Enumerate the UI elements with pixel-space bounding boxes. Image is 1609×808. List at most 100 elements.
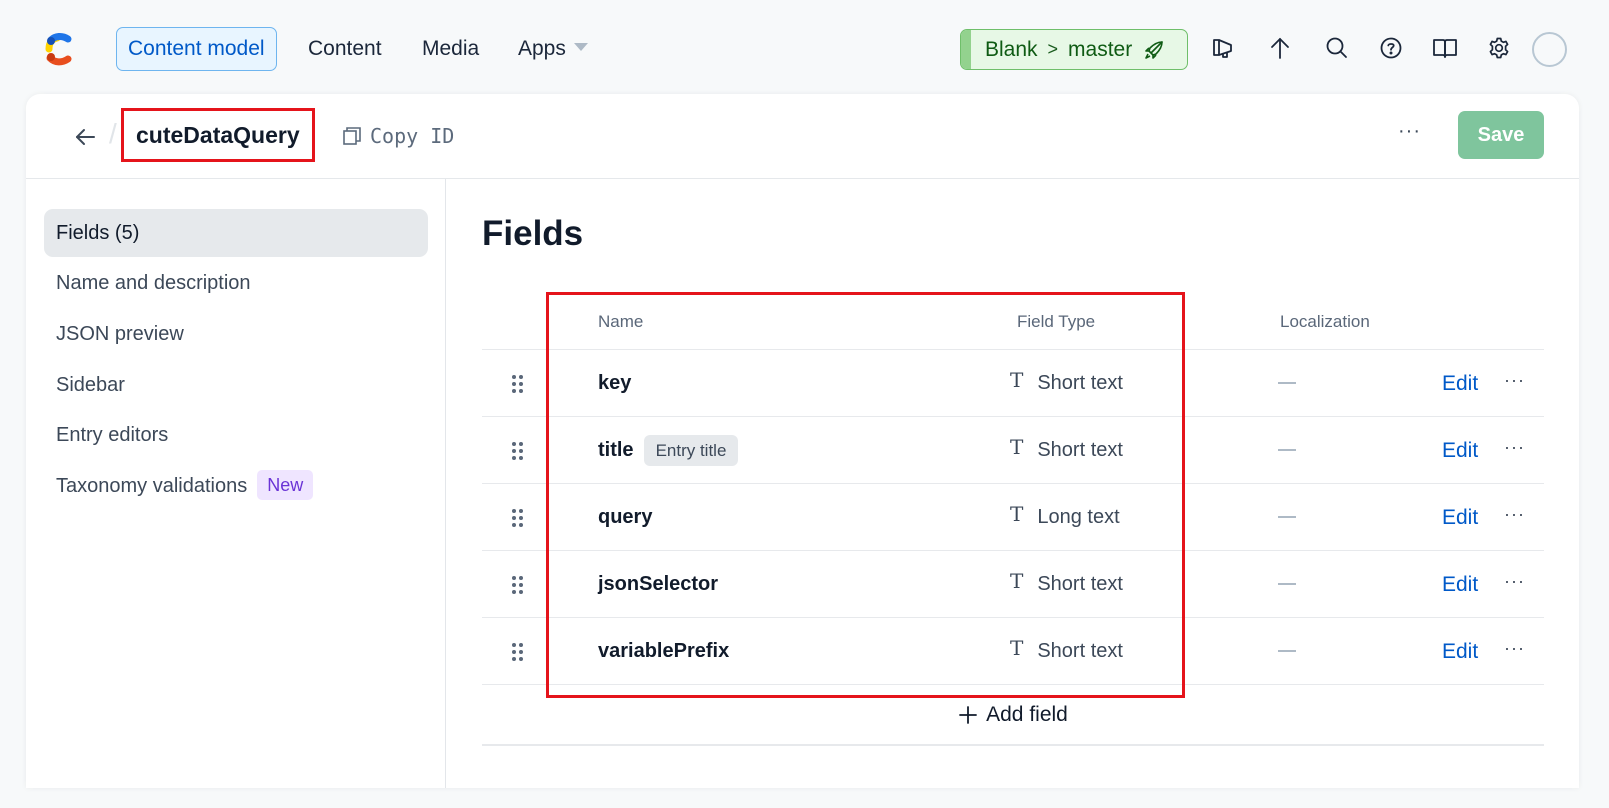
text-type-icon: T — [1010, 635, 1024, 660]
sidebar-item-json-preview[interactable]: JSON preview — [44, 310, 428, 358]
field-name-cell: key — [598, 350, 631, 417]
text-type-icon: T — [1010, 367, 1024, 392]
field-more-actions-button[interactable]: ··· — [1504, 370, 1525, 391]
fields-table: Name Field Type Localization key T Short… — [482, 294, 1544, 746]
sidebar-item-label: Taxonomy validations — [56, 475, 248, 497]
content-type-name: cuteDataQuery — [121, 108, 315, 162]
nav-apps-label: Apps — [518, 37, 566, 60]
field-more-actions-button[interactable]: ··· — [1504, 504, 1525, 525]
book-icon[interactable] — [1429, 32, 1461, 64]
contentful-logo[interactable] — [40, 30, 76, 68]
plus-icon — [959, 705, 978, 724]
drag-handle-icon[interactable] — [510, 575, 526, 595]
field-type-cell: T Short text — [1010, 350, 1123, 417]
text-type-icon: T — [1010, 434, 1024, 459]
back-button[interactable] — [72, 123, 100, 151]
search-icon[interactable] — [1321, 32, 1353, 64]
content-type-sidebar: Fields (5) Name and description JSON pre… — [26, 179, 446, 788]
field-type-cell: T Short text — [1010, 618, 1123, 685]
sidebar-item-taxonomy-validations[interactable]: Taxonomy validations New — [44, 462, 428, 510]
field-type: Short text — [1037, 439, 1123, 461]
localization-disabled-indicator — [1278, 583, 1296, 585]
environment-stripe — [961, 30, 971, 69]
content-type-editor: / cuteDataQuery Copy ID ··· Save Fields … — [26, 94, 1579, 788]
copy-id-label: Copy ID — [370, 124, 455, 148]
nav-content[interactable]: Content — [296, 27, 394, 71]
edit-field-link[interactable]: Edit — [1442, 618, 1478, 685]
sidebar-item-sidebar[interactable]: Sidebar — [44, 361, 428, 409]
new-badge: New — [257, 469, 314, 500]
arrow-up-icon[interactable] — [1264, 32, 1296, 64]
field-name: key — [598, 372, 632, 394]
nav-media[interactable]: Media — [410, 27, 491, 71]
edit-field-link[interactable]: Edit — [1442, 484, 1478, 551]
sidebar-item-entry-editors[interactable]: Entry editors — [44, 411, 428, 459]
column-header-field-type: Field Type — [1017, 312, 1096, 331]
field-type: Short text — [1037, 573, 1123, 595]
gear-icon[interactable] — [1483, 32, 1515, 64]
environment-name: master — [1068, 37, 1133, 61]
field-name: jsonSelector — [598, 573, 719, 595]
rocket-icon — [1145, 40, 1164, 59]
entry-title-badge: Entry title — [643, 435, 739, 466]
table-row: key T Short text Edit ··· — [482, 350, 1544, 417]
localization-disabled-indicator — [1278, 382, 1296, 384]
field-name-cell: query — [598, 484, 652, 551]
field-name-cell: title Entry title — [598, 417, 739, 484]
breadcrumb-separator: / — [109, 118, 117, 149]
help-icon[interactable] — [1375, 32, 1407, 64]
megaphone-icon[interactable] — [1207, 32, 1239, 64]
copy-icon — [343, 127, 361, 145]
field-type: Short text — [1037, 640, 1123, 662]
localization-disabled-indicator — [1278, 516, 1296, 518]
text-type-icon: T — [1010, 568, 1024, 593]
copy-id-button[interactable]: Copy ID — [342, 121, 454, 151]
nav-apps[interactable]: Apps — [506, 27, 600, 71]
column-header-localization: Localization — [1280, 312, 1370, 331]
column-header-name: Name — [598, 312, 644, 331]
edit-field-link[interactable]: Edit — [1442, 350, 1478, 417]
field-name-cell: variablePrefix — [598, 618, 729, 685]
add-field-button[interactable]: Add field — [482, 685, 1544, 746]
drag-handle-icon[interactable] — [510, 441, 526, 461]
drag-handle-icon[interactable] — [510, 642, 526, 662]
caret-down-icon — [573, 43, 588, 52]
field-type-cell: T Short text — [1010, 417, 1123, 484]
save-button[interactable]: Save — [1458, 111, 1544, 159]
sidebar-item-fields[interactable]: Fields (5) — [44, 209, 428, 257]
nav-content-model[interactable]: Content model — [116, 27, 277, 71]
field-type: Long text — [1037, 506, 1120, 528]
field-name: variablePrefix — [598, 640, 730, 662]
field-type-cell: T Short text — [1010, 551, 1123, 618]
edit-field-link[interactable]: Edit — [1442, 417, 1478, 484]
localization-disabled-indicator — [1278, 650, 1296, 652]
page-title: Fields — [482, 214, 584, 253]
field-more-actions-button[interactable]: ··· — [1504, 638, 1525, 659]
field-type: Short text — [1037, 372, 1123, 394]
space-name: Blank — [985, 37, 1038, 61]
table-row: variablePrefix T Short text Edit ··· — [482, 618, 1544, 685]
localization-disabled-indicator — [1278, 449, 1296, 451]
environment-switcher[interactable]: Blank > master — [960, 29, 1188, 70]
field-more-actions-button[interactable]: ··· — [1504, 571, 1525, 592]
user-avatar[interactable] — [1532, 32, 1567, 67]
sidebar-item-name-and-description[interactable]: Name and description — [44, 259, 428, 307]
more-actions-button[interactable]: ··· — [1398, 120, 1421, 143]
table-header: Name Field Type Localization — [482, 294, 1544, 350]
content-type-header: / cuteDataQuery Copy ID ··· Save — [26, 94, 1579, 179]
field-name: query — [598, 506, 653, 528]
table-row: query T Long text Edit ··· — [482, 484, 1544, 551]
top-navigation: Content model Content Media Apps Blank >… — [0, 0, 1609, 96]
field-more-actions-button[interactable]: ··· — [1504, 437, 1525, 458]
arrow-left-icon — [76, 129, 95, 145]
add-field-label: Add field — [986, 702, 1068, 726]
table-row: jsonSelector T Short text Edit ··· — [482, 551, 1544, 618]
field-name-cell: jsonSelector — [598, 551, 718, 618]
drag-handle-icon[interactable] — [510, 508, 526, 528]
table-row: title Entry title T Short text Edit ··· — [482, 417, 1544, 484]
edit-field-link[interactable]: Edit — [1442, 551, 1478, 618]
chevron-right-icon: > — [1047, 39, 1059, 59]
field-name: title — [598, 439, 634, 461]
text-type-icon: T — [1010, 501, 1024, 526]
drag-handle-icon[interactable] — [510, 374, 526, 394]
